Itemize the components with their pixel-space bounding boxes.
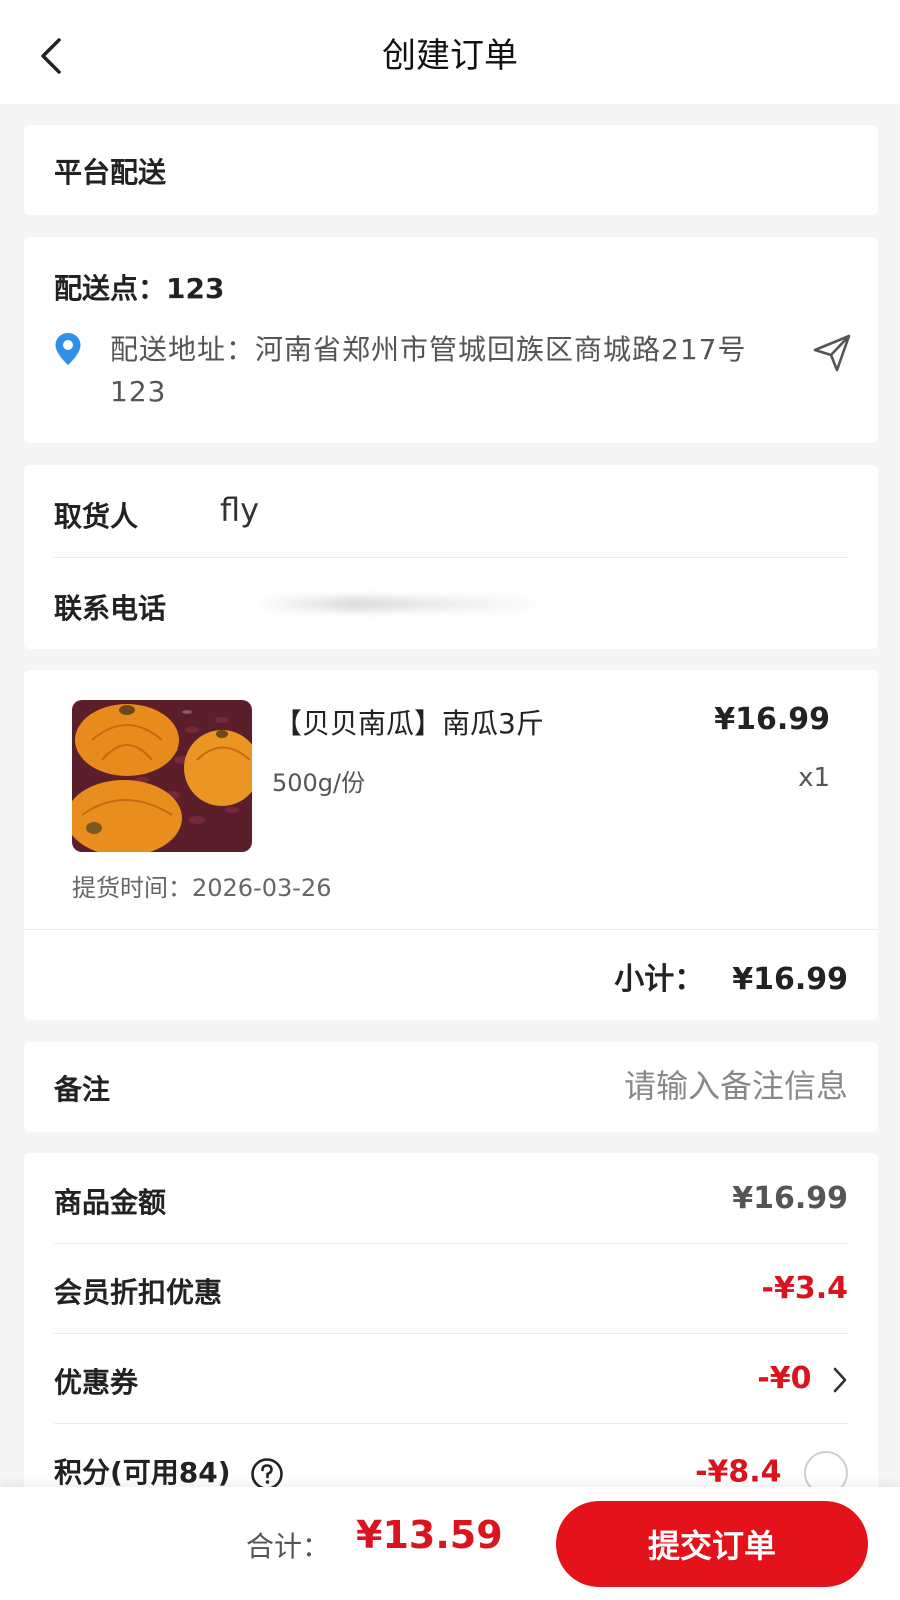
delivery-mode-label: 平台配送 — [54, 156, 167, 189]
product-name: 【贝贝南瓜】南瓜3斤 — [274, 707, 544, 740]
coupon-value-wrap: -¥0 — [757, 1361, 848, 1396]
pickup-time: 提货时间：2026-03-26 — [72, 874, 332, 902]
submit-order-button[interactable]: 提交订单 — [556, 1501, 868, 1587]
points-label-wrap: 积分(可用84) — [54, 1451, 284, 1491]
bottom-bar: 合计： ¥13.59 提交订单 — [0, 1487, 900, 1600]
top-bar: 创建订单 — [0, 0, 900, 104]
delivery-address: 配送地址：河南省郑州市管城回族区商城路217号123 — [110, 333, 747, 408]
phone-value-blurred — [254, 597, 554, 611]
product-quantity: x1 — [798, 763, 830, 793]
subtotal-label: 小计： — [614, 962, 705, 997]
remark-input[interactable] — [448, 1060, 848, 1112]
product-image — [72, 700, 252, 852]
phone-row[interactable]: 联系电话 — [54, 557, 848, 649]
member-discount-label: 会员折扣优惠 — [54, 1276, 223, 1309]
picker-label: 取货人 — [54, 500, 139, 533]
delivery-point: 配送点：123 — [54, 267, 224, 307]
member-discount-value: -¥3.4 — [761, 1271, 848, 1306]
points-label: 积分(可用84) — [54, 1456, 231, 1489]
phone-label: 联系电话 — [54, 592, 167, 625]
page-title: 创建订单 — [382, 36, 518, 76]
coupon-value: -¥0 — [757, 1361, 812, 1396]
contact-card: 取货人 fly 联系电话 — [24, 465, 878, 649]
member-discount-row: 会员折扣优惠 -¥3.4 — [54, 1243, 848, 1335]
goods-amount-label: 商品金额 — [54, 1186, 167, 1219]
address-card: 配送点：123 配送地址：河南省郑州市管城回族区商城路217号123 — [24, 237, 878, 443]
product-spec: 500g/份 — [272, 769, 366, 797]
picker-row[interactable]: 取货人 fly — [54, 465, 848, 557]
goods-amount-row: 商品金额 ¥16.99 — [54, 1153, 848, 1245]
product-price: ¥16.99 — [714, 702, 830, 737]
subtotal-value: ¥16.99 — [732, 962, 848, 997]
help-circle-icon[interactable] — [250, 1457, 284, 1491]
goods-amount-value: ¥16.99 — [732, 1181, 848, 1216]
points-value: -¥8.4 — [695, 1454, 782, 1490]
coupon-label: 优惠券 — [54, 1366, 139, 1399]
location-pin-icon — [55, 333, 81, 365]
remark-card: 备注 — [24, 1042, 878, 1132]
product-card: 【贝贝南瓜】南瓜3斤 ¥16.99 500g/份 x1 提货时间：2026-03… — [24, 670, 878, 1020]
chevron-right-icon — [833, 1367, 847, 1392]
coupon-row[interactable]: 优惠券 -¥0 — [54, 1333, 848, 1425]
delivery-point-label: 配送点： — [54, 272, 167, 305]
total-label: 合计： — [246, 1530, 331, 1563]
subtotal: 小计： ¥16.99 — [614, 954, 848, 998]
send-icon[interactable] — [812, 333, 852, 373]
remark-label: 备注 — [54, 1073, 111, 1106]
total-value: ¥13.59 — [356, 1513, 503, 1557]
picker-value: fly — [220, 491, 260, 529]
delivery-point-value: 123 — [166, 272, 225, 305]
price-summary-card: 商品金额 ¥16.99 会员折扣优惠 -¥3.4 优惠券 -¥0 积分(可用84… — [24, 1153, 878, 1495]
delivery-mode-card: 平台配送 — [24, 125, 878, 215]
divider — [24, 929, 878, 930]
